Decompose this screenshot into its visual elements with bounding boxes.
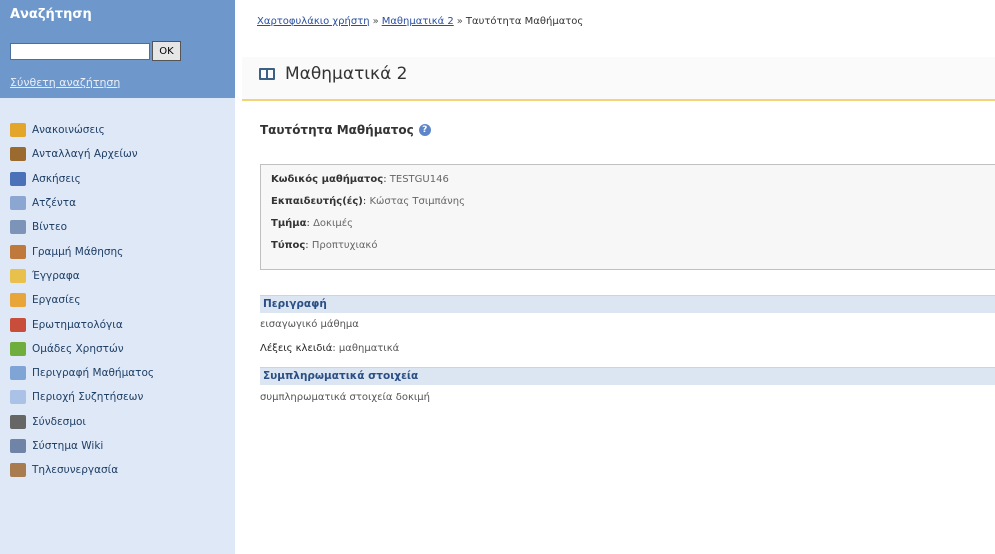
sidebar-item-video[interactable]: Βίντεο — [0, 215, 235, 239]
sidebar-item-questionnaires[interactable]: Ερωτηματολόγια — [0, 312, 235, 336]
sidebar-item-label: Ασκήσεις — [32, 172, 81, 185]
sidebar-item-label: Περιοχή Συζητήσεων — [32, 391, 144, 404]
sidebar: Αναζήτηση OK Σύνθετη αναζήτηση Ανακοινώσ… — [0, 0, 235, 554]
help-icon[interactable]: ? — [418, 124, 431, 136]
department-value: Δοκιμές — [313, 218, 353, 229]
section-title: Ταυτότητα Μαθήματος ? — [260, 123, 431, 137]
sidebar-item-teleconference[interactable]: Τηλεσυνεργασία — [0, 458, 235, 482]
forum-icon — [10, 390, 26, 405]
megaphone-icon — [10, 123, 26, 138]
sidebar-item-label: Ανταλλαγή Αρχείων — [32, 148, 138, 161]
sidebar-item-documents[interactable]: Έγγραφα — [0, 264, 235, 288]
description-heading: Περιγραφή — [260, 295, 995, 313]
sidebar-item-assignments[interactable]: Εργασίες — [0, 288, 235, 312]
sidebar-item-learning-path[interactable]: Γραμμή Μάθησης — [0, 239, 235, 263]
search-input[interactable] — [10, 43, 150, 60]
sidebar-item-label: Ατζέντα — [32, 197, 76, 210]
sidebar-item-label: Περιγραφή Μαθήματος — [32, 367, 155, 380]
extra-info-heading: Συμπληρωματικά στοιχεία — [260, 367, 995, 385]
search-ok-button[interactable]: OK — [152, 41, 181, 61]
sidebar-item-wiki[interactable]: Σύστημα Wiki — [0, 434, 235, 458]
breadcrumb-separator: » — [456, 16, 463, 27]
course-header: Μαθηματικά 2 — [242, 57, 995, 101]
instructor-value: Κώστας Τσιμπάνης — [369, 196, 465, 207]
sidebar-item-label: Ανακοινώσεις — [32, 124, 105, 137]
type-value: Προπτυχιακό — [311, 240, 378, 251]
department-label: Τμήμα — [271, 218, 307, 229]
sidebar-item-agenda[interactable]: Ατζέντα — [0, 191, 235, 215]
breadcrumb-course-link[interactable]: Μαθηματικά 2 — [382, 16, 454, 27]
keywords-row: Λέξεις κλειδιά: μαθηματικά — [260, 343, 400, 354]
exercises-icon — [10, 171, 26, 186]
sidebar-item-label: Τηλεσυνεργασία — [32, 464, 119, 477]
department-row: Τμήμα: Δοκιμές — [271, 218, 353, 229]
book-icon — [259, 68, 275, 80]
breadcrumb: Χαρτοφυλάκιο χρήστη» Μαθηματικά 2» Ταυτότη… — [257, 16, 583, 27]
sidebar-item-label: Βίντεο — [32, 221, 68, 234]
breadcrumb-portfolio-link[interactable]: Χαρτοφυλάκιο χρήστη — [257, 16, 370, 27]
search-title: Αναζήτηση — [10, 7, 92, 22]
sidebar-item-label: Ερωτηματολόγια — [32, 318, 123, 331]
sidebar-item-label: Σύστημα Wiki — [32, 440, 104, 452]
instructor-row: Εκπαιδευτής(ές): Κώστας Τσιμπάνης — [271, 196, 465, 207]
description-text: εισαγωγικό μάθημα — [260, 319, 359, 330]
course-code-label: Κωδικός μαθήματος — [271, 174, 384, 185]
keywords-value: μαθηματικά — [338, 343, 400, 354]
extra-info-text: συμπληρωματικά στοιχεία δοκιμή — [260, 392, 430, 403]
section-title-text: Ταυτότητα Μαθήματος — [260, 123, 414, 137]
sidebar-item-forum[interactable]: Περιοχή Συζητήσεων — [0, 385, 235, 409]
user-groups-icon — [10, 341, 26, 356]
video-icon — [10, 220, 26, 235]
main-content: Χαρτοφυλάκιο χρήστη» Μαθηματικά 2» Ταυτότη… — [242, 0, 995, 554]
wiki-icon — [10, 439, 26, 453]
breadcrumb-current: Ταυτότητα Μαθήματος — [465, 16, 584, 27]
breadcrumb-separator: » — [372, 16, 379, 27]
agenda-icon — [10, 196, 26, 211]
course-info-box: Κωδικός μαθήματος: TESTGU146 Εκπαιδευτής… — [260, 164, 995, 270]
course-code-row: Κωδικός μαθήματος: TESTGU146 — [271, 174, 449, 185]
keywords-label: Λέξεις κλειδιά — [260, 343, 333, 354]
type-row: Τύπος: Προπτυχιακό — [271, 240, 378, 251]
sidebar-item-announcements[interactable]: Ανακοινώσεις — [0, 118, 235, 142]
sidebar-item-user-groups[interactable]: Ομάδες Χρηστών — [0, 337, 235, 361]
sidebar-item-label: Γραμμή Μάθησης — [32, 245, 124, 258]
instructor-label: Εκπαιδευτής(ές) — [271, 196, 363, 207]
sidebar-item-file-exchange[interactable]: Ανταλλαγή Αρχείων — [0, 142, 235, 166]
sidebar-item-label: Ομάδες Χρηστών — [32, 342, 124, 355]
course-tools-menu: Ανακοινώσεις Ανταλλαγή Αρχείων Ασκήσεις … — [0, 118, 235, 482]
sidebar-item-label: Σύνδεσμοι — [32, 415, 86, 428]
sidebar-item-label: Έγγραφα — [32, 269, 80, 282]
advanced-search-link[interactable]: Σύνθετη αναζήτηση — [10, 76, 120, 89]
sidebar-item-exercises[interactable]: Ασκήσεις — [0, 167, 235, 191]
sidebar-item-course-description[interactable]: Περιγραφή Μαθήματος — [0, 361, 235, 385]
sidebar-item-label: Εργασίες — [32, 294, 81, 307]
course-code-value: TESTGU146 — [389, 174, 449, 185]
file-exchange-icon — [10, 147, 26, 162]
questionnaire-icon — [10, 317, 26, 332]
folder-icon — [10, 268, 26, 283]
type-label: Τύπος — [271, 240, 306, 251]
learning-path-icon — [10, 244, 26, 259]
description-icon — [10, 366, 26, 381]
assignments-icon — [10, 293, 26, 308]
search-panel: Αναζήτηση OK Σύνθετη αναζήτηση — [0, 0, 235, 98]
page-title: Μαθηματικά 2 — [285, 64, 408, 84]
links-icon — [10, 414, 26, 429]
sidebar-item-links[interactable]: Σύνδεσμοι — [0, 410, 235, 434]
teleconference-icon — [10, 463, 26, 478]
